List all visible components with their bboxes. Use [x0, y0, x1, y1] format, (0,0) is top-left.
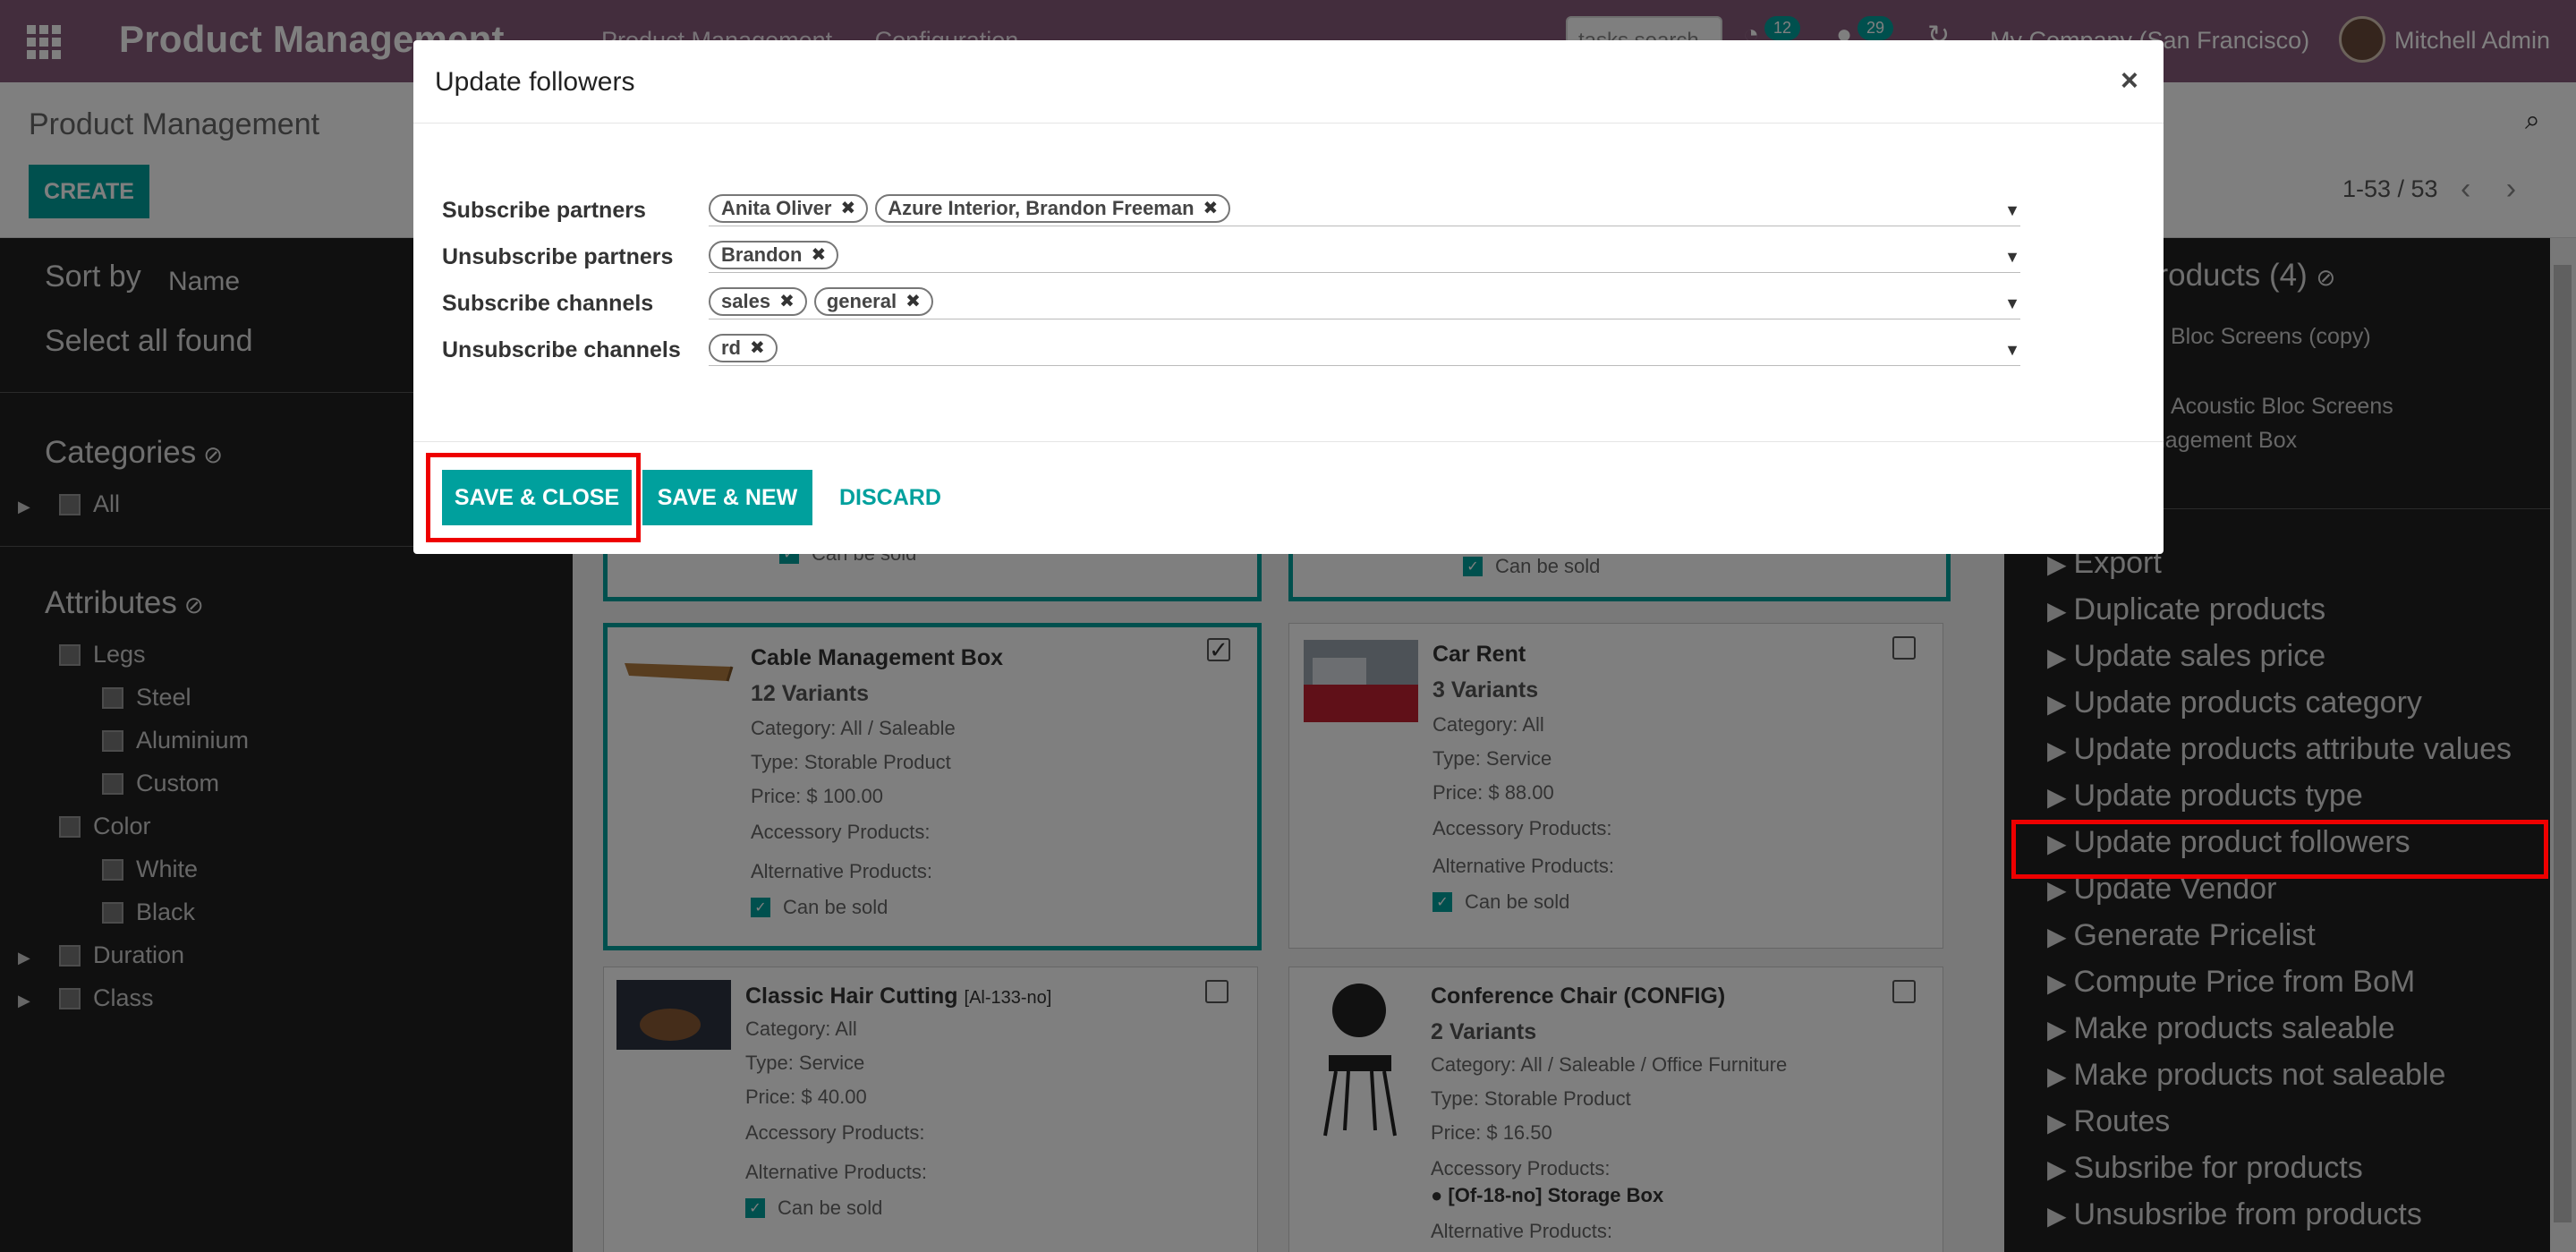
highlight-save-close [426, 453, 641, 542]
subscribe-channels-field[interactable]: sales ✖ general ✖ ▼ [709, 284, 2020, 319]
tag-label: general [826, 289, 897, 312]
close-icon[interactable]: × [2121, 64, 2138, 98]
tag-label: Azure Interior, Brandon Freeman [888, 196, 1194, 219]
discard-button[interactable]: DISCARD [839, 470, 941, 525]
dialog-title: Update followers [435, 67, 635, 97]
tag-brandon: Brandon ✖ [709, 240, 839, 269]
update-followers-dialog: Update followers × Subscribe partners An… [413, 40, 2164, 554]
tag-label: Anita Oliver [721, 196, 832, 219]
remove-tag-icon[interactable]: ✖ [779, 290, 795, 312]
remove-tag-icon[interactable]: ✖ [811, 243, 826, 266]
subscribe-partners-field[interactable]: Anita Oliver ✖ Azure Interior, Brandon Fr… [709, 191, 2020, 226]
remove-tag-icon[interactable]: ✖ [1203, 197, 1219, 219]
tag-label: rd [721, 336, 741, 359]
dropdown-caret-icon[interactable]: ▼ [2004, 201, 2020, 220]
dropdown-caret-icon[interactable]: ▼ [2004, 341, 2020, 360]
remove-tag-icon[interactable]: ✖ [750, 336, 765, 359]
tag-sales: sales ✖ [709, 286, 807, 316]
dropdown-caret-icon[interactable]: ▼ [2004, 294, 2020, 313]
unsubscribe-channels-field[interactable]: rd ✖ ▼ [709, 330, 2020, 366]
save-new-button[interactable]: SAVE & NEW [642, 470, 812, 525]
subscribe-partners-label: Subscribe partners [442, 198, 646, 223]
tag-general: general ✖ [813, 286, 933, 316]
unsubscribe-channels-label: Unsubscribe channels [442, 337, 681, 362]
divider [413, 441, 2164, 442]
highlight-update-product-followers [2011, 820, 2548, 879]
unsubscribe-partners-label: Unsubscribe partners [442, 244, 674, 269]
dropdown-caret-icon[interactable]: ▼ [2004, 248, 2020, 267]
tag-label: sales [721, 289, 771, 312]
remove-tag-icon[interactable]: ✖ [840, 197, 855, 219]
tag-anita-oliver: Anita Oliver ✖ [709, 193, 869, 223]
remove-tag-icon[interactable]: ✖ [905, 290, 921, 312]
unsubscribe-partners-field[interactable]: Brandon ✖ ▼ [709, 237, 2020, 273]
subscribe-channels-label: Subscribe channels [442, 291, 654, 316]
tag-label: Brandon [721, 243, 803, 266]
tag-rd: rd ✖ [709, 333, 778, 362]
tag-azure-interior-brandon: Azure Interior, Brandon Freeman ✖ [875, 193, 1231, 223]
